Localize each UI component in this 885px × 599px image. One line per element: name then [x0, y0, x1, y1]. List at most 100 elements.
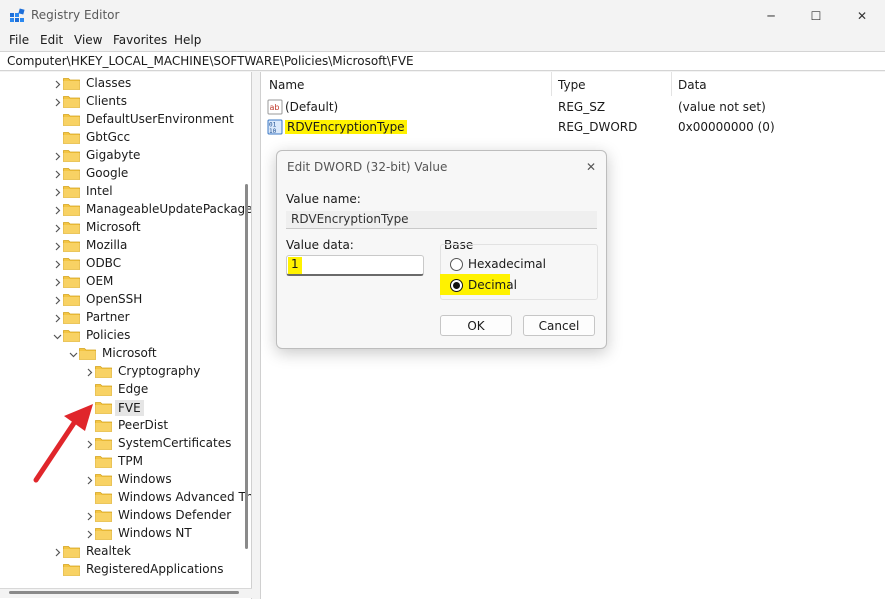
- tree-item[interactable]: Partner: [0, 309, 245, 327]
- tree-item[interactable]: Policies: [0, 327, 245, 345]
- tree-scrollbar[interactable]: [245, 184, 248, 549]
- tree-horizontal-scroll-thumb[interactable]: [9, 591, 239, 594]
- tree-item[interactable]: Microsoft: [0, 345, 245, 363]
- tree-item[interactable]: Classes: [0, 75, 245, 93]
- chevron-right-icon[interactable]: [52, 313, 62, 323]
- chevron-down-icon[interactable]: [68, 349, 78, 359]
- edit-dword-dialog: Edit DWORD (32-bit) Value ✕ Value name: …: [276, 150, 607, 349]
- tree-item[interactable]: DefaultUserEnvironment: [0, 111, 245, 129]
- tree-item-label: ODBC: [86, 256, 122, 270]
- folder-icon: [63, 95, 80, 108]
- tree-item-label: GbtGcc: [86, 130, 131, 144]
- menu-file[interactable]: File: [9, 33, 29, 47]
- address-path[interactable]: Computer\HKEY_LOCAL_MACHINE\SOFTWARE\Pol…: [7, 54, 414, 68]
- value-name-label: Value name:: [286, 192, 361, 206]
- column-header-name[interactable]: Name: [269, 78, 304, 92]
- chevron-right-icon[interactable]: [84, 529, 94, 539]
- chevron-right-icon[interactable]: [52, 205, 62, 215]
- menu-view[interactable]: View: [74, 33, 102, 47]
- chevron-right-icon[interactable]: [52, 547, 62, 557]
- folder-icon: [63, 185, 80, 198]
- cancel-button[interactable]: Cancel: [523, 315, 595, 336]
- chevron-right-icon[interactable]: [52, 151, 62, 161]
- tree-item[interactable]: Mozilla: [0, 237, 245, 255]
- value-name: RDVEncryptionType: [285, 120, 407, 134]
- column-divider[interactable]: [671, 72, 672, 96]
- svg-text:ab: ab: [270, 103, 280, 112]
- folder-icon: [63, 545, 80, 558]
- chevron-right-icon[interactable]: [52, 187, 62, 197]
- key-tree[interactable]: Classes Clients DefaultUserEnvironment GbtG…: [0, 72, 252, 599]
- folder-icon: [63, 239, 80, 252]
- chevron-right-icon[interactable]: [52, 259, 62, 269]
- tree-item[interactable]: Google: [0, 165, 245, 183]
- column-divider[interactable]: [551, 72, 552, 96]
- value-data-text[interactable]: 1: [288, 257, 302, 274]
- chevron-right-icon[interactable]: [52, 169, 62, 179]
- menu-edit[interactable]: Edit: [40, 33, 63, 47]
- menu-help[interactable]: Help: [174, 33, 201, 47]
- tree-item-label: Mozilla: [86, 238, 128, 252]
- tree-item[interactable]: ManageableUpdatePackage: [0, 201, 251, 219]
- hexadecimal-radio[interactable]: [450, 257, 463, 271]
- folder-icon: [63, 167, 80, 180]
- tree-item[interactable]: Windows Defender: [0, 507, 245, 525]
- dialog-close-button[interactable]: ✕: [580, 157, 602, 177]
- tree-item-label: Realtek: [86, 544, 131, 558]
- tree-item-label: OpenSSH: [86, 292, 143, 306]
- value-data-input[interactable]: 1: [286, 255, 424, 276]
- tree-item[interactable]: OpenSSH: [0, 291, 245, 309]
- minimize-button[interactable]: ─: [748, 0, 794, 32]
- tree-item[interactable]: Microsoft: [0, 219, 245, 237]
- chevron-right-icon[interactable]: [84, 367, 94, 377]
- string-value-icon: ab: [267, 99, 283, 115]
- decimal-radio[interactable]: [450, 278, 463, 292]
- tree-item[interactable]: ODBC: [0, 255, 245, 273]
- value-row[interactable]: ab (Default) REG_SZ (value not set): [261, 98, 885, 116]
- tree-item-label: Intel: [86, 184, 113, 198]
- value-name-text: RDVEncryptionType: [291, 212, 409, 226]
- chevron-down-icon[interactable]: [52, 331, 62, 341]
- chevron-right-icon[interactable]: [52, 79, 62, 89]
- decimal-option[interactable]: Decimal: [450, 278, 517, 292]
- tree-item[interactable]: OEM: [0, 273, 245, 291]
- tree-item[interactable]: Intel: [0, 183, 245, 201]
- tree-item[interactable]: GbtGcc: [0, 129, 245, 147]
- chevron-right-icon[interactable]: [52, 223, 62, 233]
- folder-icon: [63, 257, 80, 270]
- tree-item-label: Partner: [86, 310, 130, 324]
- chevron-right-icon[interactable]: [52, 97, 62, 107]
- tree-item[interactable]: Gigabyte: [0, 147, 245, 165]
- address-bar[interactable]: Computer\HKEY_LOCAL_MACHINE\SOFTWARE\Pol…: [0, 51, 885, 71]
- folder-icon: [63, 293, 80, 306]
- tree-item-label: Windows NT: [118, 526, 192, 540]
- tree-item-label: Classes: [86, 76, 132, 90]
- value-data: (value not set): [678, 100, 766, 114]
- chevron-right-icon[interactable]: [52, 295, 62, 305]
- value-data-label: Value data:: [286, 238, 354, 252]
- chevron-right-icon[interactable]: [84, 511, 94, 521]
- folder-icon: [95, 527, 112, 540]
- close-button[interactable]: ✕: [839, 0, 885, 32]
- tree-item[interactable]: Cryptography: [0, 363, 245, 381]
- value-data: 0x00000000 (0): [678, 120, 775, 134]
- ok-button[interactable]: OK: [440, 315, 512, 336]
- menu-bar: File Edit View Favorites Help: [0, 32, 885, 50]
- column-header-data[interactable]: Data: [678, 78, 707, 92]
- folder-icon: [63, 221, 80, 234]
- tree-item[interactable]: RegisteredApplications: [0, 561, 245, 579]
- decimal-label: Decimal: [468, 278, 517, 292]
- column-header-type[interactable]: Type: [558, 78, 586, 92]
- menu-favorites[interactable]: Favorites: [113, 33, 167, 47]
- hexadecimal-option[interactable]: Hexadecimal: [450, 257, 546, 271]
- tree-item[interactable]: Windows NT: [0, 525, 245, 543]
- tree-item[interactable]: Clients: [0, 93, 245, 111]
- value-row[interactable]: 01 10 RDVEncryptionType REG_DWORD 0x0000…: [261, 118, 885, 136]
- chevron-right-icon[interactable]: [52, 277, 62, 287]
- value-name-field: RDVEncryptionType: [286, 211, 597, 229]
- maximize-button[interactable]: ☐: [793, 0, 839, 32]
- chevron-right-icon[interactable]: [52, 241, 62, 251]
- tree-item[interactable]: Windows Advanced Th: [0, 489, 251, 507]
- tree-item[interactable]: Realtek: [0, 543, 245, 561]
- tree-item-label: Microsoft: [86, 220, 141, 234]
